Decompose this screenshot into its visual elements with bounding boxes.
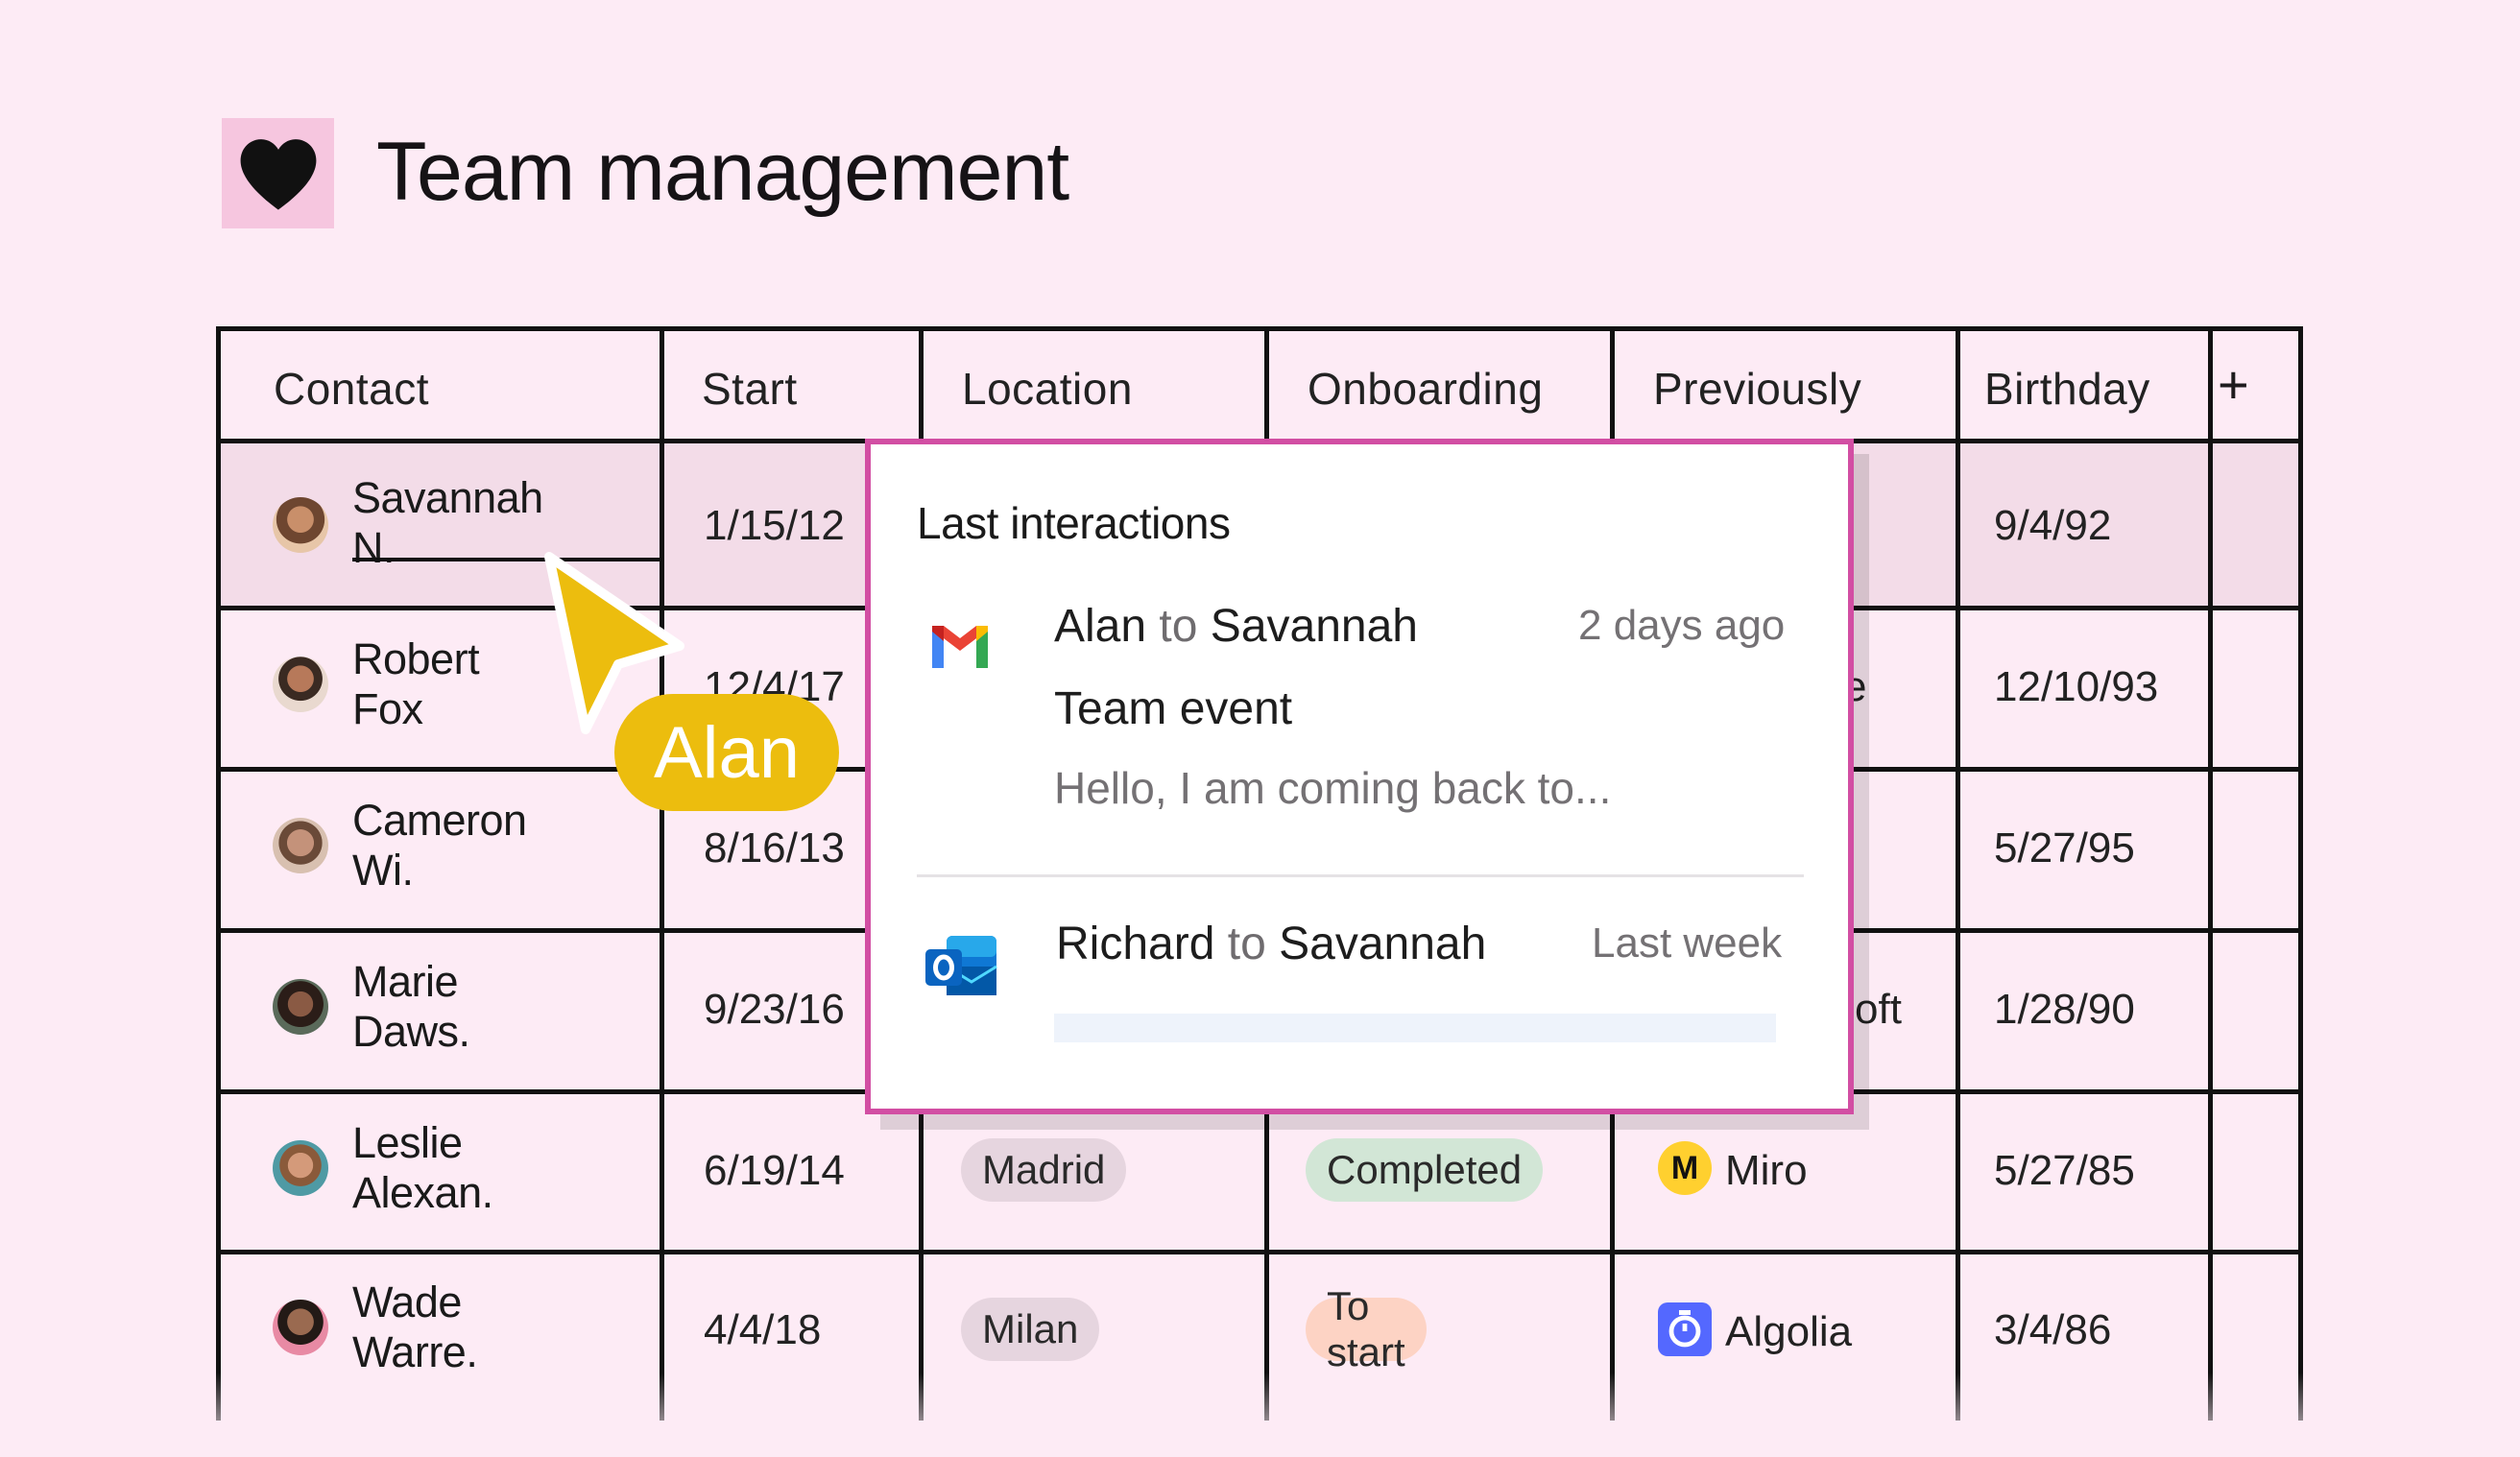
- heart-icon: [240, 138, 316, 210]
- grid-line: [2208, 326, 2213, 1421]
- previously-company[interactable]: oft: [1855, 976, 1902, 1043]
- connector-text: to: [1227, 919, 1266, 969]
- location-tag[interactable]: Milan: [961, 1298, 1100, 1361]
- grid-line: [660, 326, 664, 1421]
- contact-name[interactable]: Leslie Alexan.: [352, 1118, 493, 1217]
- recipient-name: Savannah: [1210, 601, 1418, 652]
- column-header-contact[interactable]: Contact: [274, 350, 429, 427]
- sender-name: Richard: [1056, 919, 1215, 969]
- grid-line: [1956, 326, 1960, 1421]
- start-date[interactable]: 1/15/12: [704, 492, 845, 560]
- divider: [917, 874, 1804, 877]
- birthday[interactable]: 5/27/95: [1994, 815, 2135, 882]
- column-header-start[interactable]: Start: [702, 350, 798, 427]
- page-icon: [222, 118, 334, 228]
- interaction-time: 2 days ago: [1578, 602, 1786, 649]
- column-header-onboarding[interactable]: Onboarding: [1308, 350, 1543, 427]
- avatar: [273, 657, 328, 712]
- contact-name[interactable]: Savannah N.: [352, 473, 543, 572]
- contact-name[interactable]: Robert Fox: [352, 634, 480, 733]
- start-date[interactable]: 6/19/14: [704, 1137, 845, 1205]
- birthday[interactable]: 9/4/92: [1994, 492, 2111, 560]
- interaction-sender-line: Alan to Savannah: [1054, 600, 1418, 653]
- grid-line: [216, 1250, 2303, 1254]
- avatar: [273, 818, 328, 873]
- start-date[interactable]: 8/16/13: [704, 815, 845, 882]
- avatar: [273, 979, 328, 1035]
- grid-line: [2298, 326, 2303, 1421]
- popup-title: Last interactions: [917, 498, 1231, 548]
- column-header-birthday[interactable]: Birthday: [1984, 350, 2150, 427]
- contact-name[interactable]: Marie Daws.: [352, 957, 470, 1056]
- birthday[interactable]: 12/10/93: [1994, 654, 2158, 721]
- location-tag[interactable]: Madrid: [961, 1138, 1127, 1202]
- recipient-name: Savannah: [1279, 919, 1487, 969]
- column-header-location[interactable]: Location: [962, 350, 1133, 427]
- interaction-preview: Hello, I am coming back to...: [1054, 763, 1612, 813]
- previously-company[interactable]: Miro: [1725, 1137, 1808, 1205]
- last-interactions-popup: Last interactions Alan to Savannah 2 day…: [865, 439, 1854, 1114]
- start-date[interactable]: 4/4/18: [704, 1297, 821, 1364]
- sender-name: Alan: [1054, 601, 1147, 652]
- gmail-icon: [932, 626, 988, 668]
- algolia-icon: [1658, 1302, 1712, 1356]
- start-date[interactable]: 9/23/16: [704, 976, 845, 1043]
- contact-name[interactable]: Cameron Wi.: [352, 796, 527, 895]
- miro-icon: M: [1658, 1141, 1712, 1195]
- add-column-button[interactable]: +: [2218, 346, 2249, 422]
- cursor-user-label: Alan: [614, 694, 839, 811]
- birthday[interactable]: 5/27/85: [1994, 1137, 2135, 1205]
- interaction-time: Last week: [1592, 920, 1783, 967]
- column-header-previously[interactable]: Previously: [1653, 350, 1861, 427]
- onboarding-status[interactable]: Completed: [1306, 1138, 1544, 1202]
- connector-text: to: [1159, 601, 1198, 652]
- outlook-icon: [925, 936, 997, 995]
- grid-line: [216, 326, 2303, 331]
- previously-company[interactable]: Algolia: [1725, 1299, 1852, 1366]
- grid-line: [216, 326, 221, 1421]
- onboarding-status[interactable]: To start: [1306, 1283, 1427, 1374]
- table-fade: [211, 1373, 2304, 1457]
- avatar: [273, 1300, 328, 1355]
- birthday[interactable]: 1/28/90: [1994, 976, 2135, 1043]
- interaction-preview-placeholder: [1054, 1014, 1776, 1042]
- interaction-sender-line: Richard to Savannah: [1056, 918, 1486, 970]
- avatar: [273, 497, 328, 553]
- birthday[interactable]: 3/4/86: [1994, 1297, 2111, 1364]
- avatar: [273, 1140, 328, 1196]
- interaction-subject: Team event: [1054, 683, 1293, 734]
- page-title: Team management: [376, 126, 1069, 218]
- contact-name[interactable]: Wade Warre.: [352, 1278, 478, 1376]
